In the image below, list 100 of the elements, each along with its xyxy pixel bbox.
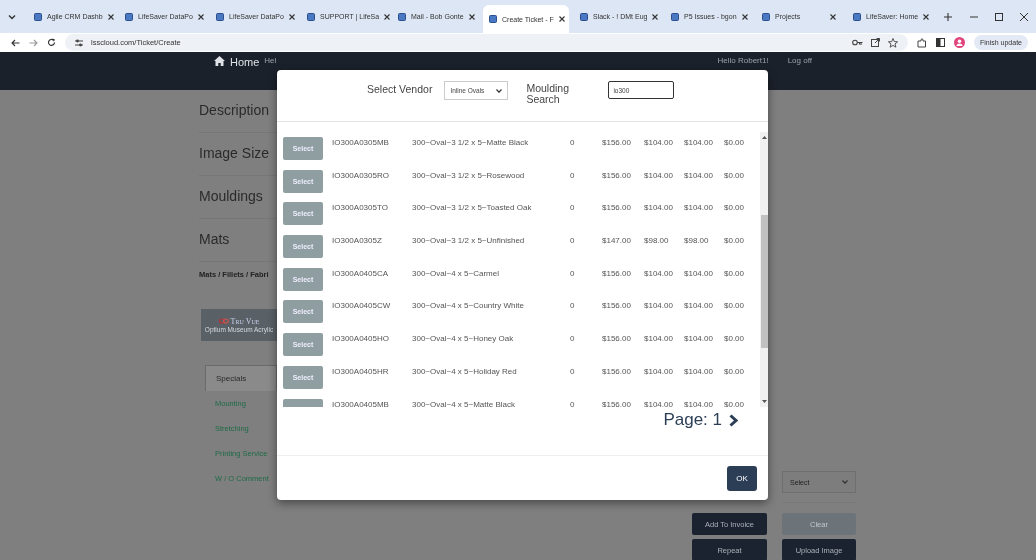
scrollbar[interactable] xyxy=(760,132,768,407)
table-cell-text: $104.00 xyxy=(644,268,674,278)
table-cell-text: IO300A0405MB xyxy=(332,399,390,407)
close-icon[interactable] xyxy=(652,13,659,20)
maximize-icon[interactable] xyxy=(995,12,1003,21)
home-icon[interactable] xyxy=(214,56,225,66)
page-icon xyxy=(125,12,133,21)
table-cell-text: 300~Oval~3 1/2 x 5~Toasted Oak xyxy=(412,203,533,213)
nav-link[interactable]: Hello Robert1! xyxy=(717,56,769,65)
close-icon[interactable] xyxy=(468,13,475,20)
table-cell-text: $104.00 xyxy=(684,138,714,147)
close-icon[interactable] xyxy=(923,13,930,20)
table-cell-text: $156.00 xyxy=(602,203,632,213)
table-cell-text: IO300A0405CA xyxy=(332,268,390,278)
table-cell-text: IO300A0405CW xyxy=(332,301,392,311)
page-icon xyxy=(398,12,406,21)
specials-tab[interactable]: Specials xyxy=(205,365,277,391)
next-page-icon[interactable] xyxy=(729,413,738,427)
section-heading: Mouldings xyxy=(199,187,263,204)
table-cell-text: $0.00 xyxy=(724,268,746,278)
table-cell-text: $156.00 xyxy=(602,170,632,180)
table-cell-text: IO300A0405HO xyxy=(332,334,390,344)
table-cell-text: $0.00 xyxy=(724,170,746,180)
section-heading: Description xyxy=(199,101,270,118)
table-cell-text: $0.00 xyxy=(724,334,746,344)
close-icon[interactable] xyxy=(107,13,114,20)
new-tab-icon[interactable] xyxy=(944,12,952,21)
table-cell-text: $156.00 xyxy=(602,268,632,278)
table-cell-text: 300~Oval~3 1/2 x 5~Rosewood xyxy=(412,170,526,180)
table-cell-text: $147.00 xyxy=(602,236,632,246)
nav-link[interactable]: Home xyxy=(230,56,260,68)
table-cell-text: $104.00 xyxy=(684,301,714,311)
table-cell-text: IO300A0305TO xyxy=(332,203,389,213)
table-cell-text: 300~Oval~4 x 5~Matte Black xyxy=(412,399,516,407)
close-icon[interactable] xyxy=(288,13,295,20)
close-icon[interactable] xyxy=(197,13,204,20)
page-icon xyxy=(671,12,679,21)
page-icon xyxy=(307,12,315,21)
scrollbar-thumb[interactable] xyxy=(760,215,768,348)
table-cell-text: 0 xyxy=(570,203,576,213)
table-cell-text: IO300A0305Z xyxy=(332,236,383,246)
table-cell-text: $98.00 xyxy=(644,236,670,246)
table-cell-text: 0 xyxy=(570,138,576,147)
table-cell-text: 300~Oval~4 x 5~Country White xyxy=(412,301,525,311)
table-cell-text: $156.00 xyxy=(602,334,632,344)
page-icon xyxy=(853,12,861,21)
section-heading: Mats xyxy=(199,230,230,247)
table-cell-text: IO300A0305MB xyxy=(332,138,390,147)
table-cell-text: $104.00 xyxy=(644,334,674,344)
star-icon[interactable] xyxy=(887,37,898,48)
page-icon xyxy=(762,12,770,21)
sidebar-icon[interactable] xyxy=(935,38,945,47)
table-cell-text: 300~Oval~3 1/2 x 5~Unfinished xyxy=(412,236,526,246)
table-cell-text: 300~Oval~4 x 5~Carmel xyxy=(412,268,500,278)
chevron-down-icon xyxy=(842,480,848,484)
table-cell-text: 0 xyxy=(570,301,576,311)
back-icon[interactable] xyxy=(11,38,20,47)
table-cell-text: $104.00 xyxy=(684,203,714,213)
table-cell-text: $104.00 xyxy=(684,170,714,180)
profile-avatar-icon[interactable] xyxy=(953,37,965,48)
page-icon xyxy=(216,12,224,21)
table-cell-text: $104.00 xyxy=(644,203,674,213)
nav-link[interactable]: Hel xyxy=(264,56,277,65)
table-cell-text: 0 xyxy=(570,170,576,180)
key-icon[interactable] xyxy=(851,39,863,46)
forward-icon[interactable] xyxy=(29,38,38,47)
page-icon xyxy=(34,12,42,21)
table-cell-text: $104.00 xyxy=(644,366,674,376)
tab-list-icon[interactable] xyxy=(8,12,16,21)
table-cell-text: 300~Oval~4 x 5~Holiday Red xyxy=(412,366,518,376)
table-cell-text: $104.00 xyxy=(684,399,714,407)
close-icon[interactable] xyxy=(558,16,565,22)
table-cell-text: $0.00 xyxy=(724,138,746,147)
share-icon[interactable] xyxy=(870,38,880,47)
chevron-down-icon xyxy=(496,88,503,93)
search-label: Moulding Search xyxy=(526,83,570,106)
page-icon xyxy=(489,15,497,23)
close-icon[interactable] xyxy=(741,13,748,20)
page-number: Page: 1 xyxy=(663,410,722,430)
table-cell-text: $104.00 xyxy=(644,138,674,147)
table-cell-text: IO300A0305RO xyxy=(332,170,390,180)
table-cell-text: $104.00 xyxy=(644,170,674,180)
close-icon[interactable] xyxy=(830,13,836,20)
site-info-icon[interactable] xyxy=(75,38,83,47)
close-icon[interactable] xyxy=(1020,12,1028,21)
ok-button[interactable]: OK xyxy=(727,465,757,491)
table-cell-text: IO300A0405HR xyxy=(332,366,390,376)
table-cell-text: $104.00 xyxy=(684,334,714,344)
vendor-label: Select Vendor xyxy=(367,83,433,95)
scroll-down-icon[interactable] xyxy=(761,400,767,403)
table-cell-text: $0.00 xyxy=(724,301,746,311)
scroll-up-icon[interactable] xyxy=(761,136,767,139)
close-icon[interactable] xyxy=(384,13,391,20)
table-cell-text: 300~Oval~4 x 5~Honey Oak xyxy=(412,334,515,344)
table-cell-text: 0 xyxy=(570,236,576,246)
table-cell-text: $104.00 xyxy=(684,268,714,278)
nav-link[interactable]: Log off xyxy=(787,56,812,65)
table-cell-text: 300~Oval~3 1/2 x 5~Matte Black xyxy=(412,138,530,147)
reload-icon[interactable] xyxy=(47,38,56,47)
logo-icon xyxy=(218,318,229,325)
